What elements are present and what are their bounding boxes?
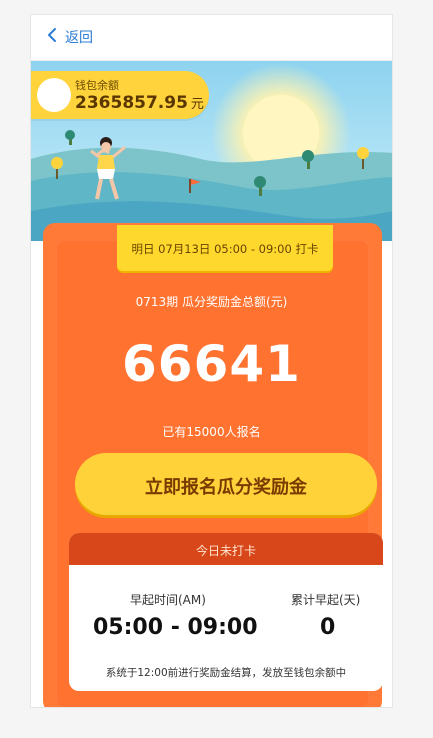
back-button[interactable]: 返回 [47, 27, 93, 47]
wake-time-value: 05:00 - 09:00 [93, 615, 258, 640]
chevron-left-icon [47, 27, 57, 47]
participant-count: 已有15000人报名 [162, 425, 261, 439]
streak-days-label: 累计早起(天) [291, 593, 361, 607]
wake-time-label: 早起时间(AM) [130, 593, 206, 607]
wallet-icon [37, 78, 71, 112]
wallet-balance-badge: 钱包余额 2365857.95 元 [31, 71, 209, 119]
checkin-status-header: 今日未打卡 [69, 533, 383, 565]
back-label: 返回 [65, 30, 93, 46]
hero-illustration: 钱包余额 2365857.95 元 [31, 61, 392, 241]
checkin-status: 今日未打卡 [195, 544, 256, 558]
schedule-ribbon: 明日 07月13日 05:00 - 09:00 打卡 [117, 225, 333, 271]
wallet-amount-value: 2365857.95 [75, 93, 188, 113]
pool-amount: 66641 [122, 335, 301, 393]
settlement-note: 系统于12:00前进行奖励金结算，发放至钱包余额中 [105, 667, 347, 679]
wallet-label: 钱包余额 [75, 79, 119, 92]
wallet-amount: 2365857.95 元 [75, 93, 204, 113]
schedule-text: 明日 07月13日 05:00 - 09:00 打卡 [131, 242, 319, 256]
streak-days-value: 0 [320, 615, 336, 640]
top-nav-bar: 返回 [31, 15, 392, 61]
app-screen: 返回 钱包余额 2365857.95 元 明日 07月13日 05:00 - 0… [30, 14, 393, 708]
wallet-amount-unit: 元 [190, 97, 204, 112]
checkin-panel: 今日未打卡 早起时间(AM) 05:00 - 09:00 累计早起(天) 0 系… [69, 533, 383, 691]
signup-button[interactable]: 立即报名瓜分奖励金 [75, 453, 377, 515]
pool-title: 0713期 瓜分奖励金总额(元) [135, 295, 288, 309]
signup-button-label: 立即报名瓜分奖励金 [145, 477, 307, 498]
